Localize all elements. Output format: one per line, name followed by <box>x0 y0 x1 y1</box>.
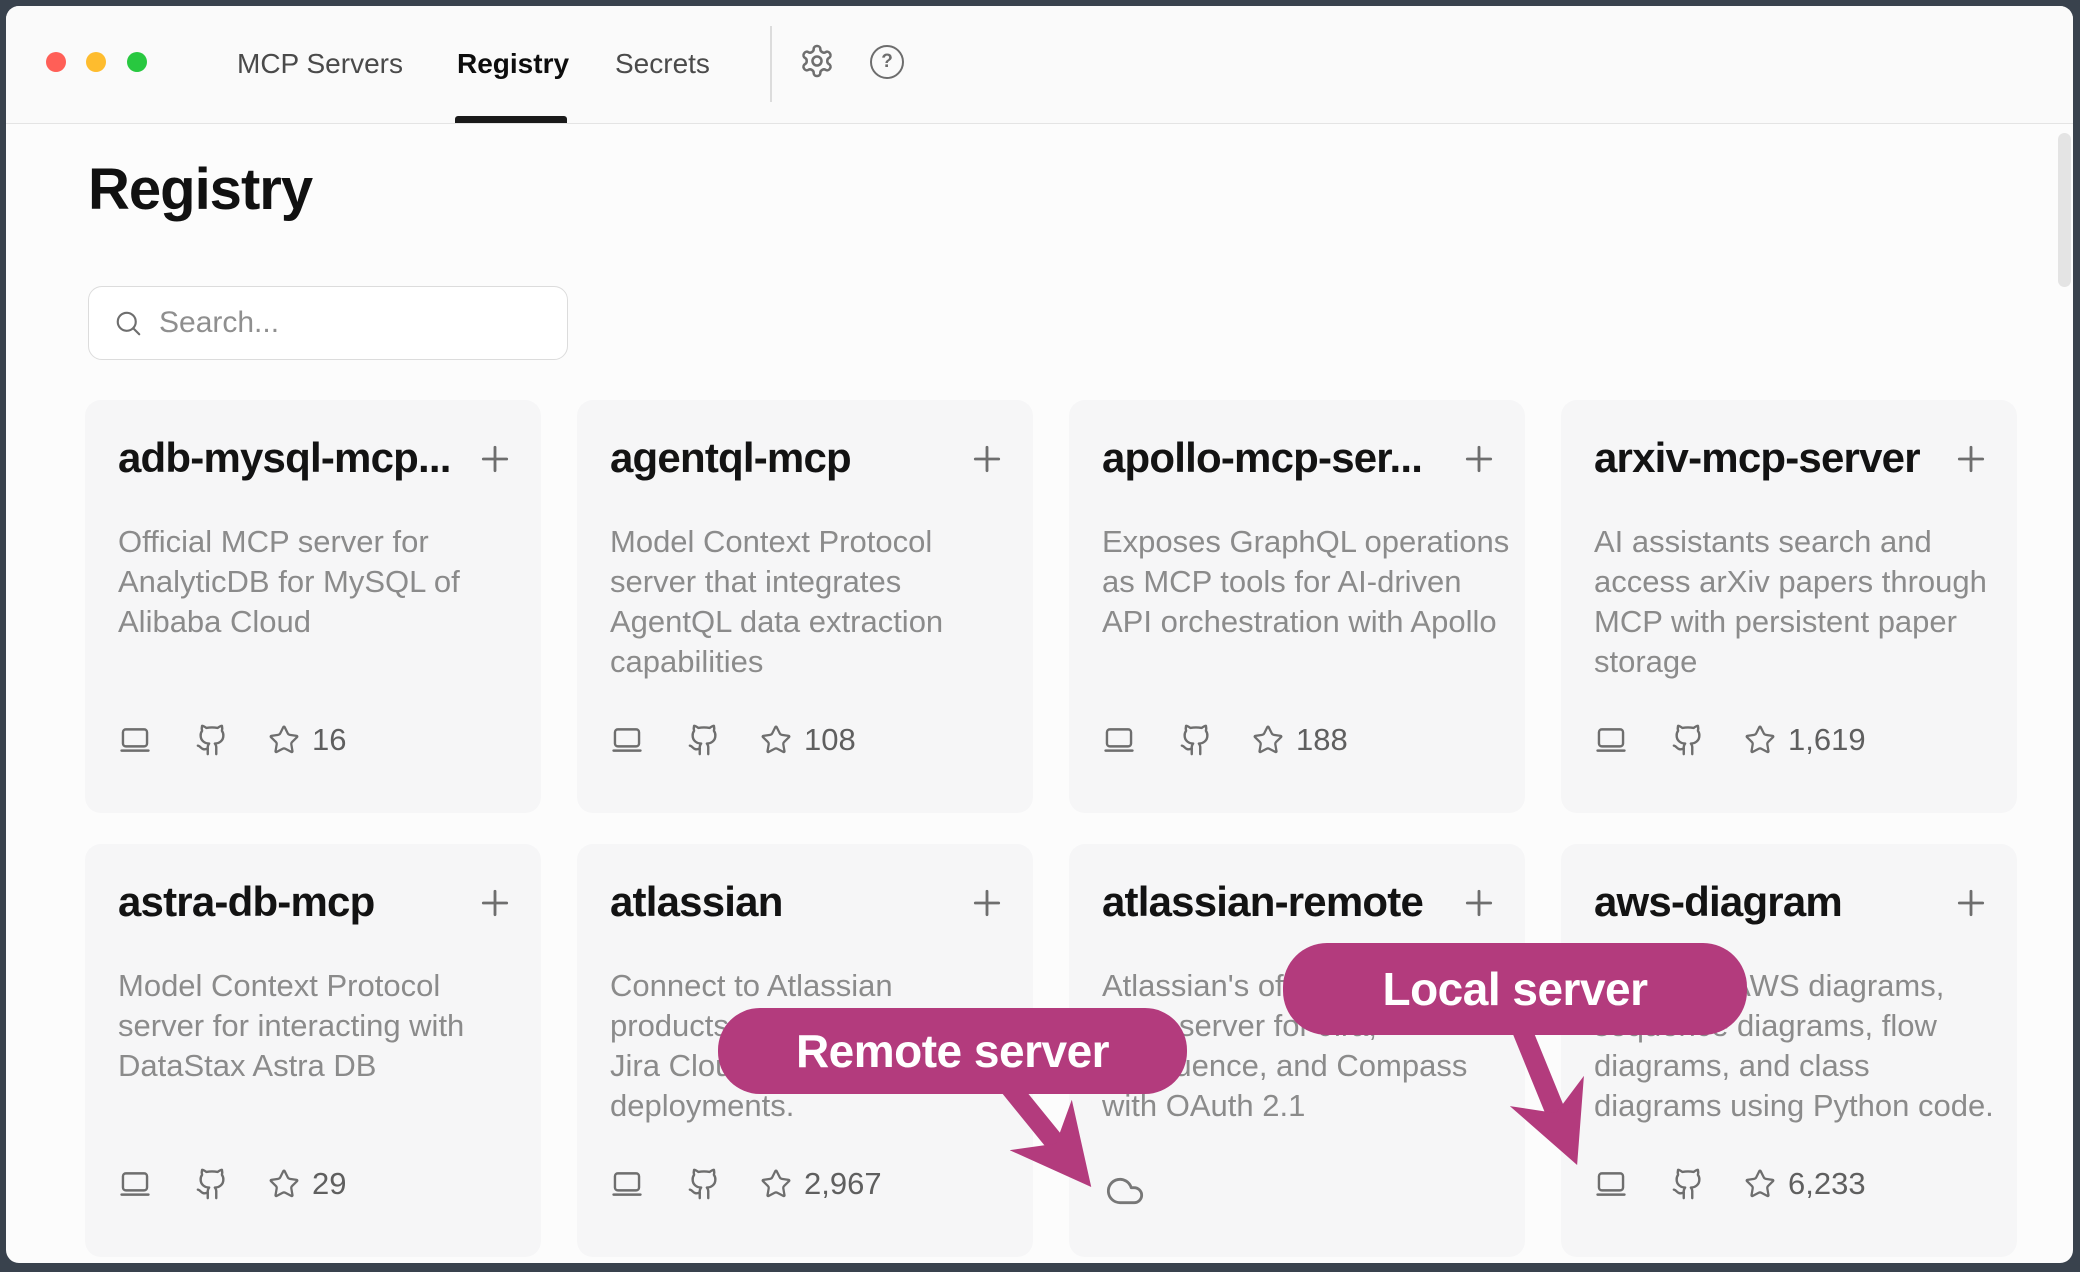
star-icon <box>760 1168 792 1200</box>
card-footer: 108 <box>610 720 856 760</box>
window-titlebar: MCP Servers Registry Secrets ? <box>6 6 2073 124</box>
add-server-button[interactable] <box>1457 438 1501 482</box>
add-server-button[interactable] <box>1949 438 1993 482</box>
server-card-arxiv-mcp-server: arxiv-mcp-server AI assistants search an… <box>1561 400 2017 813</box>
star-icon <box>1744 724 1776 756</box>
scrollbar-thumb[interactable] <box>2058 133 2071 287</box>
gear-icon <box>799 43 835 79</box>
server-card-astra-db-mcp: astra-db-mcp Model Context Protocol serv… <box>85 844 541 1257</box>
search-box <box>88 286 568 360</box>
cloud-icon <box>1102 1171 1148 1211</box>
github-icon[interactable] <box>1179 723 1213 757</box>
add-server-button[interactable] <box>965 882 1009 926</box>
tab-registry[interactable]: Registry <box>457 48 569 80</box>
server-description: Exposes GraphQL operations as MCP tools … <box>1102 524 1502 684</box>
close-button[interactable] <box>46 52 66 72</box>
server-name: atlassian-remote <box>1102 878 1423 926</box>
server-description: Model Context Protocol server that integ… <box>610 524 1010 684</box>
plus-icon <box>475 439 515 479</box>
add-server-button[interactable] <box>965 438 1009 482</box>
star-icon <box>760 724 792 756</box>
server-name: atlassian <box>610 878 783 926</box>
star-count: 108 <box>804 722 856 758</box>
page-title: Registry <box>88 156 312 223</box>
star-count: 16 <box>312 722 346 758</box>
star-count: 2,967 <box>804 1166 882 1202</box>
card-footer: 1,619 <box>1594 720 1866 760</box>
star-count: 188 <box>1296 722 1348 758</box>
github-icon[interactable] <box>1671 1167 1705 1201</box>
tab-secrets[interactable]: Secrets <box>615 48 710 80</box>
minimize-button[interactable] <box>86 52 106 72</box>
laptop-icon <box>1102 723 1136 757</box>
add-server-button[interactable] <box>1949 882 1993 926</box>
settings-button[interactable] <box>799 43 835 82</box>
search-input[interactable] <box>157 305 567 341</box>
star-icon <box>1252 724 1284 756</box>
toolbar-divider <box>770 26 772 102</box>
plus-icon <box>1951 883 1991 923</box>
card-footer: 29 <box>118 1164 346 1204</box>
star-icon <box>1744 1168 1776 1200</box>
plus-icon <box>475 883 515 923</box>
search-icon <box>113 308 143 338</box>
laptop-icon <box>118 723 152 757</box>
card-footer: 188 <box>1102 720 1348 760</box>
local-server-callout: Local server <box>1283 943 1747 1035</box>
plus-icon <box>967 439 1007 479</box>
plus-icon <box>1951 439 1991 479</box>
server-card-agentql-mcp: agentql-mcp Model Context Protocol serve… <box>577 400 1033 813</box>
star-count: 29 <box>312 1166 346 1202</box>
app-window: MCP Servers Registry Secrets ? Registry … <box>6 6 2073 1263</box>
server-name: adb-mysql-mcp... <box>118 434 451 482</box>
add-server-button[interactable] <box>473 882 517 926</box>
server-card-apollo-mcp-server: apollo-mcp-ser... Exposes GraphQL operat… <box>1069 400 1525 813</box>
server-description: Official MCP server for AnalyticDB for M… <box>118 524 518 684</box>
server-name: agentql-mcp <box>610 434 851 482</box>
card-footer: 2,967 <box>610 1164 882 1204</box>
server-card-adb-mysql-mcp: adb-mysql-mcp... Official MCP server for… <box>85 400 541 813</box>
card-footer: 16 <box>118 720 346 760</box>
server-name: astra-db-mcp <box>118 878 374 926</box>
server-card-aws-diagram: aws-diagram Generate AWS diagrams, seque… <box>1561 844 2017 1257</box>
help-button[interactable]: ? <box>870 45 904 79</box>
star-icon <box>268 1168 300 1200</box>
plus-icon <box>967 883 1007 923</box>
laptop-icon <box>1594 1167 1628 1201</box>
github-icon[interactable] <box>687 1167 721 1201</box>
card-footer <box>1102 1164 1148 1204</box>
server-name: apollo-mcp-ser... <box>1102 434 1422 482</box>
github-icon[interactable] <box>687 723 721 757</box>
help-icon: ? <box>870 45 904 79</box>
star-count: 1,619 <box>1788 722 1866 758</box>
server-description: Model Context Protocol server for intera… <box>118 968 518 1128</box>
plus-icon <box>1459 883 1499 923</box>
laptop-icon <box>610 723 644 757</box>
server-name: aws-diagram <box>1594 878 1842 926</box>
add-server-button[interactable] <box>1457 882 1501 926</box>
star-count: 6,233 <box>1788 1166 1866 1202</box>
server-description: AI assistants search and access arXiv pa… <box>1594 524 1994 684</box>
remote-server-callout: Remote server <box>718 1008 1187 1094</box>
github-icon[interactable] <box>1671 723 1705 757</box>
maximize-button[interactable] <box>127 52 147 72</box>
star-icon <box>268 724 300 756</box>
plus-icon <box>1459 439 1499 479</box>
tab-mcp-servers[interactable]: MCP Servers <box>237 48 403 80</box>
github-icon[interactable] <box>195 723 229 757</box>
laptop-icon <box>118 1167 152 1201</box>
server-name: arxiv-mcp-server <box>1594 434 1920 482</box>
github-icon[interactable] <box>195 1167 229 1201</box>
active-tab-underline <box>455 116 567 123</box>
laptop-icon <box>610 1167 644 1201</box>
local-server-arrow <box>1522 1030 1562 1128</box>
add-server-button[interactable] <box>473 438 517 482</box>
card-footer: 6,233 <box>1594 1164 1866 1204</box>
laptop-icon <box>1594 723 1628 757</box>
